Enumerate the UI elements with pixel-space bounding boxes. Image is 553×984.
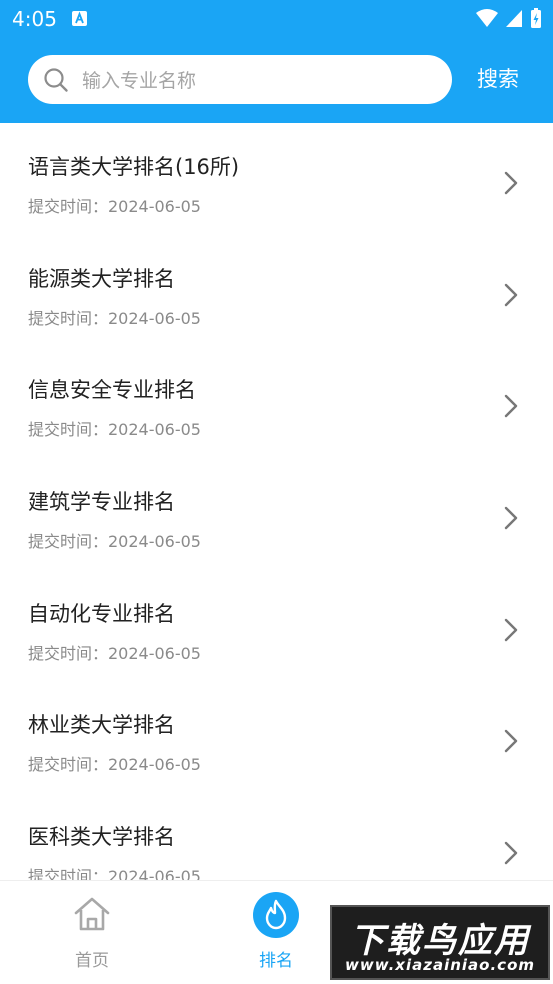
chevron-right-icon bbox=[504, 841, 518, 865]
list-item[interactable]: 建筑学专业排名 提交时间：2024-06-05 bbox=[0, 458, 553, 570]
list-item[interactable]: 林业类大学排名 提交时间：2024-06-05 bbox=[0, 681, 553, 793]
item-submit-time: 提交时间：2024-06-05 bbox=[28, 308, 201, 328]
chevron-right-icon bbox=[504, 283, 518, 306]
flame-icon bbox=[253, 892, 299, 938]
list-item[interactable]: 医科类大学排名 提交时间：2024-06-05 bbox=[0, 793, 553, 880]
item-submit-time: 提交时间：2024-06-05 bbox=[28, 420, 201, 440]
status-time: 4:05 bbox=[12, 7, 57, 31]
nav-home[interactable]: 首页 bbox=[27, 881, 157, 984]
notification-a-icon bbox=[72, 11, 87, 26]
ranking-list: 语言类大学排名(16所) 提交时间：2024-06-05 能源类大学排名 提交时… bbox=[0, 123, 553, 880]
search-box[interactable] bbox=[28, 55, 452, 106]
watermark-url: www.xiazainiao.com bbox=[344, 956, 536, 974]
signal-icon bbox=[505, 10, 522, 27]
status-bar: 4:05 bbox=[0, 0, 553, 38]
chevron-right-icon bbox=[504, 618, 518, 641]
status-icons bbox=[475, 7, 543, 31]
list-item[interactable]: 信息安全专业排名 提交时间：2024-06-05 bbox=[0, 346, 553, 458]
item-title: 医科类大学排名 bbox=[28, 825, 175, 850]
search-input[interactable] bbox=[80, 55, 444, 106]
item-submit-time: 提交时间：2024-06-05 bbox=[28, 532, 201, 552]
watermark-logo: 下载鸟应用 www.xiazainiao.com bbox=[330, 905, 550, 980]
battery-icon bbox=[531, 8, 541, 28]
item-title: 自动化专业排名 bbox=[28, 601, 175, 626]
chevron-right-icon bbox=[504, 730, 518, 753]
chevron-right-icon bbox=[504, 506, 518, 530]
item-submit-time: 提交时间：2024-06-05 bbox=[28, 643, 201, 663]
search-button[interactable]: 搜索 bbox=[462, 55, 534, 104]
chevron-right-icon bbox=[504, 171, 518, 195]
nav-ranking[interactable]: 排名 bbox=[211, 881, 341, 984]
list-item[interactable]: 语言类大学排名(16所) 提交时间：2024-06-05 bbox=[0, 123, 553, 235]
nav-ranking-label: 排名 bbox=[259, 951, 293, 971]
watermark-title: 下载鸟应用 bbox=[350, 921, 530, 961]
item-submit-time: 提交时间：2024-06-05 bbox=[28, 755, 201, 775]
item-title: 建筑学专业排名 bbox=[28, 490, 175, 515]
chevron-right-icon bbox=[504, 395, 518, 418]
nav-home-label: 首页 bbox=[75, 951, 109, 971]
item-title: 信息安全专业排名 bbox=[28, 378, 196, 403]
item-title: 语言类大学排名(16所) bbox=[28, 155, 240, 179]
wifi-icon bbox=[475, 9, 498, 27]
search-icon bbox=[44, 68, 68, 92]
item-title: 林业类大学排名 bbox=[28, 713, 175, 738]
item-submit-time: 提交时间：2024-06-05 bbox=[28, 197, 201, 216]
home-icon bbox=[74, 897, 110, 931]
item-submit-time: 提交时间：2024-06-05 bbox=[28, 867, 201, 880]
app-header: 4:05 搜索 bbox=[0, 0, 553, 123]
list-item[interactable]: 能源类大学排名 提交时间：2024-06-05 bbox=[0, 235, 553, 347]
item-title: 能源类大学排名 bbox=[28, 266, 175, 291]
list-item[interactable]: 自动化专业排名 提交时间：2024-06-05 bbox=[0, 570, 553, 682]
